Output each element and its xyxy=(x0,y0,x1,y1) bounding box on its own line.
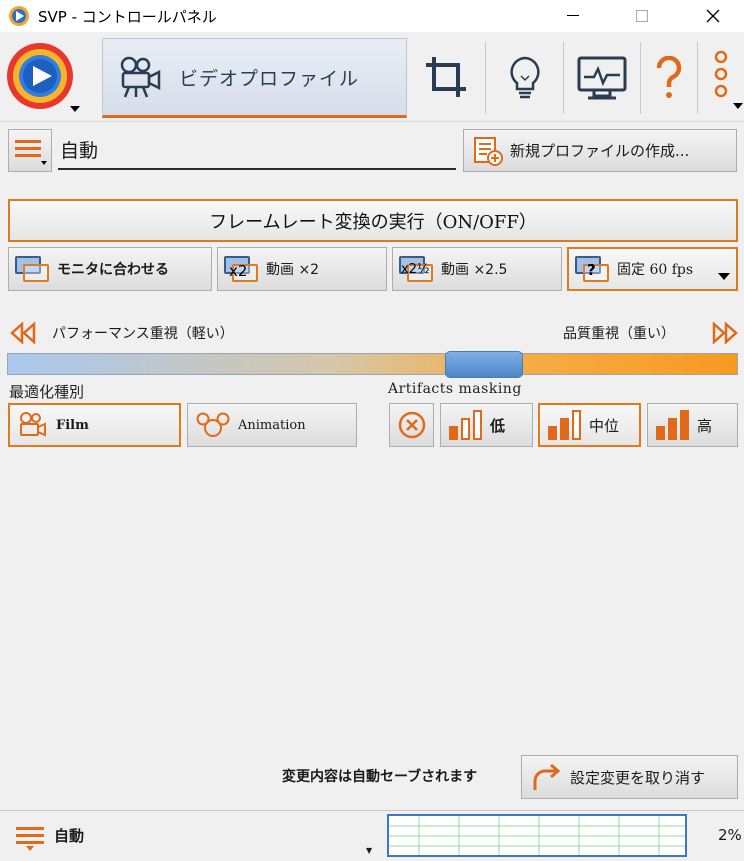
window-title: SVP - コントロールパネル xyxy=(38,8,217,26)
close-button[interactable] xyxy=(690,0,736,32)
lightbulb-icon xyxy=(509,56,540,99)
film-camera-icon xyxy=(20,412,46,437)
undo-label: 設定変更を取り消す xyxy=(570,768,706,787)
cpu-load-graph xyxy=(387,814,687,857)
mode-label: モニタに合わせる xyxy=(57,262,169,278)
autosave-note: 変更内容は自動セーブされます xyxy=(282,769,478,785)
mode-fixed-fps-button[interactable]: ? 固定 60 fps xyxy=(567,247,738,291)
mode-match-monitor-button[interactable]: モニタに合わせる xyxy=(8,247,212,291)
tab-video-profile[interactable]: ビデオプロファイル xyxy=(102,38,407,118)
new-profile-button[interactable]: 新規プロファイルの作成... xyxy=(463,129,737,172)
mode-x2-5-button[interactable]: x2½ 動画 ×2.5 xyxy=(392,247,562,291)
bars-high-icon xyxy=(656,410,689,440)
artifacts-medium-button[interactable]: 中位 xyxy=(538,403,641,447)
mode-label: 動画 ×2.5 xyxy=(441,262,508,278)
hamburger-menu-icon xyxy=(15,139,47,165)
optimization-animation-button[interactable]: Animation xyxy=(187,403,357,447)
new-document-icon xyxy=(474,136,503,166)
artifacts-low-button[interactable]: 低 xyxy=(440,403,533,447)
film-label: Film xyxy=(56,417,89,433)
profile-menu-button[interactable] xyxy=(8,129,52,172)
tips-button[interactable] xyxy=(486,40,563,116)
crop-icon xyxy=(425,57,466,97)
undo-changes-button[interactable]: 設定変更を取り消す xyxy=(521,755,738,799)
artifacts-masking-label: Artifacts masking xyxy=(388,381,522,397)
tab-video-label: ビデオプロファイル xyxy=(179,67,360,90)
mode-label: 固定 60 fps xyxy=(617,262,694,278)
quality-slider-track[interactable] xyxy=(7,353,738,375)
maximize-button[interactable] xyxy=(619,0,665,32)
performance-priority-label: パフォーマンス重視（軽い） xyxy=(52,326,234,342)
mouse-ears-icon xyxy=(196,412,230,437)
svp-logo-menu-button[interactable] xyxy=(2,40,82,116)
minimize-button[interactable] xyxy=(550,0,596,32)
monitor-x2-icon: x2 xyxy=(224,254,260,284)
monitor-match-icon xyxy=(15,254,51,284)
video-camera-icon xyxy=(120,56,161,98)
profile-name-field[interactable]: 自動 xyxy=(58,132,456,170)
bars-low-icon xyxy=(449,410,482,440)
optimization-film-button[interactable]: Film xyxy=(8,403,181,447)
artifacts-medium-label: 中位 xyxy=(589,416,620,435)
mode-label: 動画 ×2 xyxy=(266,262,320,278)
crop-button[interactable] xyxy=(408,40,485,116)
status-profile-menu-icon[interactable] xyxy=(14,824,48,856)
frame-rate-conversion-toggle[interactable]: フレームレート変換の実行（ON/OFF） xyxy=(8,199,738,242)
cancel-circle-icon xyxy=(398,411,425,439)
more-icon xyxy=(714,50,743,109)
svp-app-icon xyxy=(8,5,30,27)
optimization-type-label: 最適化種別 xyxy=(9,383,85,401)
help-icon xyxy=(656,56,682,98)
cpu-load-percent: 2% xyxy=(718,826,742,844)
status-dropdown-icon[interactable]: ▼ xyxy=(366,846,372,855)
mode-x2-button[interactable]: x2 動画 ×2 xyxy=(217,247,387,291)
svp-logo-icon xyxy=(7,43,80,112)
artifacts-high-label: 高 xyxy=(697,416,713,435)
chevron-down-icon xyxy=(718,273,730,280)
quality-slider-thumb[interactable] xyxy=(444,351,523,378)
bars-medium-icon xyxy=(548,410,581,440)
rewind-arrow-icon[interactable] xyxy=(10,321,36,348)
redo-arrow-icon xyxy=(533,763,561,790)
status-profile-name: 自動 xyxy=(54,827,85,845)
artifacts-off-button[interactable] xyxy=(389,403,434,447)
monitor-icon xyxy=(577,56,627,100)
quality-priority-label: 品質重視（重い） xyxy=(563,326,675,342)
monitor-fixed-icon: ? xyxy=(575,254,611,284)
artifacts-high-button[interactable]: 高 xyxy=(647,403,738,447)
forward-arrow-icon[interactable] xyxy=(712,321,738,348)
artifacts-low-label: 低 xyxy=(490,416,506,435)
more-menu-button[interactable] xyxy=(698,40,744,116)
monitor-x2-5-icon: x2½ xyxy=(399,254,435,284)
animation-label: Animation xyxy=(238,417,306,433)
monitor-settings-button[interactable] xyxy=(564,40,640,116)
new-profile-label: 新規プロファイルの作成... xyxy=(510,142,690,160)
help-button[interactable] xyxy=(641,40,697,116)
